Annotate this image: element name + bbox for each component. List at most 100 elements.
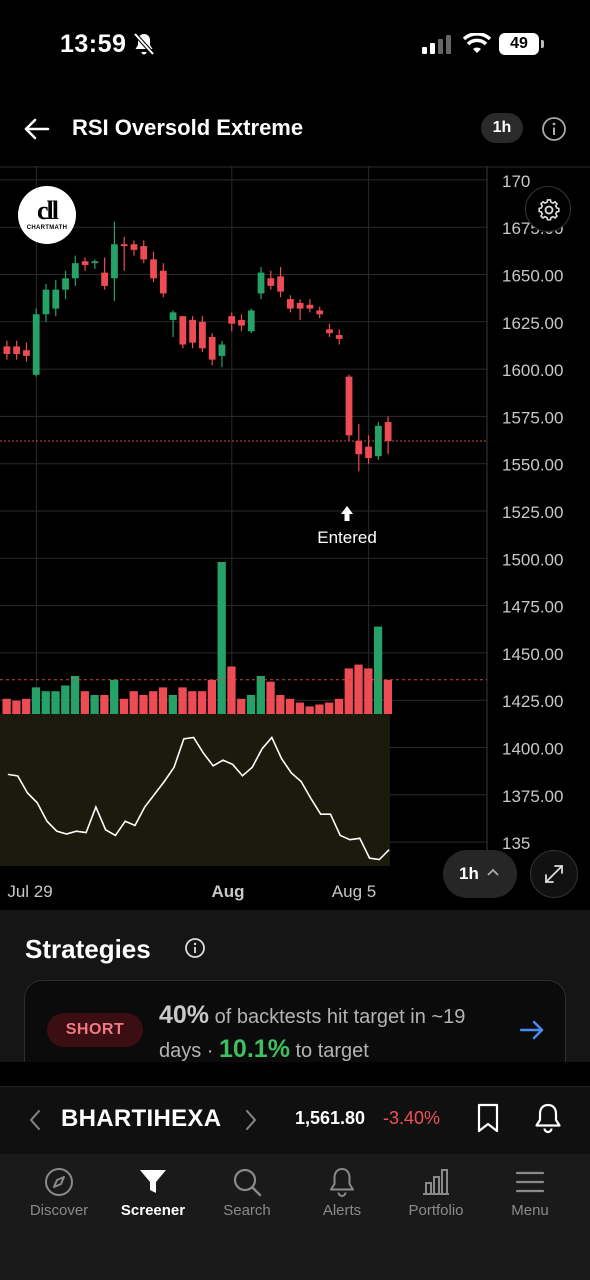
nav-label: Discover: [29, 1202, 89, 1219]
volume-bar: [168, 695, 177, 714]
candle-body: [374, 425, 382, 457]
filter-icon: [140, 1170, 166, 1193]
chartmath-logo: cll CHARTMATH: [18, 186, 76, 244]
volume-bar: [70, 676, 80, 714]
strategies-section: Strategies SHORT 40% of backtests hit ta…: [0, 910, 590, 1080]
info-icon[interactable]: [541, 116, 567, 142]
candle-body: [179, 316, 187, 345]
volume-bar: [188, 691, 197, 714]
candle-body: [199, 321, 206, 349]
stock-price: 1,561.80: [295, 1108, 366, 1128]
volume-bar: [266, 681, 275, 714]
candle-body: [384, 422, 392, 441]
nav-label: Menu: [511, 1202, 549, 1219]
nav-label: Search: [223, 1202, 271, 1219]
chart-timeframe-button[interactable]: 1h: [443, 850, 517, 898]
candle-body: [130, 244, 138, 250]
volume-bar: [178, 687, 187, 714]
chart-timeframe-label: 1h: [459, 864, 479, 883]
chart-settings-button[interactable]: [525, 186, 571, 232]
menu-icon: [515, 1171, 545, 1193]
y-tick-label: 1600.00: [502, 361, 563, 380]
volume-bar: [41, 691, 50, 714]
candle-body: [365, 446, 372, 459]
y-tick-label: 135: [502, 834, 530, 853]
volume-bar: [119, 698, 129, 714]
bell-icon[interactable]: [533, 1102, 563, 1134]
back-arrow-icon[interactable]: [22, 114, 52, 144]
y-tick-label: 1575.00: [502, 408, 563, 427]
candle-body: [306, 304, 314, 309]
info-icon[interactable]: [184, 937, 206, 959]
price-chart[interactable]: 170 1675.00 1650.00 1625.00 1600.00 1575.00 15…: [0, 166, 590, 910]
volume-bar: [334, 698, 344, 714]
volume-bar: [12, 700, 21, 714]
candle-body: [286, 299, 294, 309]
y-tick-label: 1525.00: [502, 503, 563, 522]
candle-body: [355, 441, 363, 455]
nav-search[interactable]: Search: [197, 1166, 297, 1226]
x-tick-label: Aug: [211, 882, 244, 901]
arrow-right-icon[interactable]: [519, 1019, 545, 1041]
volume-bar: [100, 695, 109, 714]
timeframe-chip[interactable]: 1h: [481, 113, 523, 143]
battery-icon: 49: [499, 33, 539, 55]
volume-bar: [354, 664, 363, 714]
chevron-right-icon[interactable]: [242, 1107, 260, 1133]
page-title: RSI Oversold Extreme: [72, 115, 304, 140]
candle-body: [32, 314, 40, 375]
header: RSI Oversold Extreme 1h: [0, 100, 590, 158]
volume-bar: [325, 702, 334, 714]
status-bar: 13:59 49: [0, 0, 590, 90]
candle-body: [52, 289, 60, 309]
candle-body: [208, 336, 216, 360]
nav-alerts[interactable]: Alerts: [292, 1166, 392, 1226]
battery-tip: [541, 40, 544, 48]
nav-label: Alerts: [322, 1202, 362, 1219]
short-badge: SHORT: [47, 1013, 143, 1047]
volume-bar: [31, 687, 41, 714]
stock-bar: BHARTIHEXA 1,561.80 -3.40%: [0, 1086, 590, 1154]
candle-body: [23, 350, 30, 356]
x-tick-label: Jul 29: [7, 882, 52, 901]
section-divider: [0, 1062, 590, 1086]
nav-menu[interactable]: Menu: [480, 1166, 580, 1226]
volume-bar: [305, 706, 314, 714]
candle-body: [159, 270, 167, 294]
volume-bar: [207, 679, 217, 714]
candle-body: [42, 289, 50, 315]
candle-body: [189, 319, 196, 343]
volume-bar: [61, 685, 70, 714]
stock-symbol[interactable]: BHARTIHEXA: [61, 1105, 221, 1133]
y-tick-label: 1400.00: [502, 739, 563, 758]
compass-icon: [45, 1168, 73, 1196]
strategy-target-percent: 10.1%: [219, 1035, 290, 1063]
fullscreen-button[interactable]: [530, 850, 578, 898]
nav-discover[interactable]: Discover: [9, 1166, 109, 1226]
nav-portfolio[interactable]: Portfolio: [386, 1166, 486, 1226]
candle-body: [267, 278, 275, 286]
y-tick-label: 1650.00: [502, 267, 563, 286]
entry-label: Entered: [317, 528, 377, 547]
volume-bar: [217, 562, 226, 714]
volume-bar: [285, 698, 295, 714]
nav-screener[interactable]: Screener: [103, 1166, 203, 1226]
volume-bar: [373, 626, 383, 714]
expand-icon: [545, 865, 563, 883]
bar-chart-icon: [423, 1169, 449, 1195]
strategies-title: Strategies: [25, 934, 151, 964]
y-tick-label: 1375.00: [502, 787, 563, 806]
volume-bar: [246, 695, 256, 714]
y-tick-label: 1625.00: [502, 314, 563, 333]
candle-body: [169, 312, 177, 320]
volume-bar: [110, 679, 119, 714]
bookmark-icon[interactable]: [476, 1103, 500, 1133]
chart-svg[interactable]: 1701675.001650.001625.001600.001575.0015…: [0, 166, 590, 910]
candle-body: [257, 272, 265, 294]
strategy-hit-percent: 40%: [159, 1001, 210, 1029]
candle-body: [277, 276, 284, 292]
chevron-left-icon[interactable]: [26, 1107, 44, 1133]
volume-bar: [227, 666, 236, 714]
volume-bar: [149, 691, 158, 714]
volume-bar: [256, 676, 265, 714]
